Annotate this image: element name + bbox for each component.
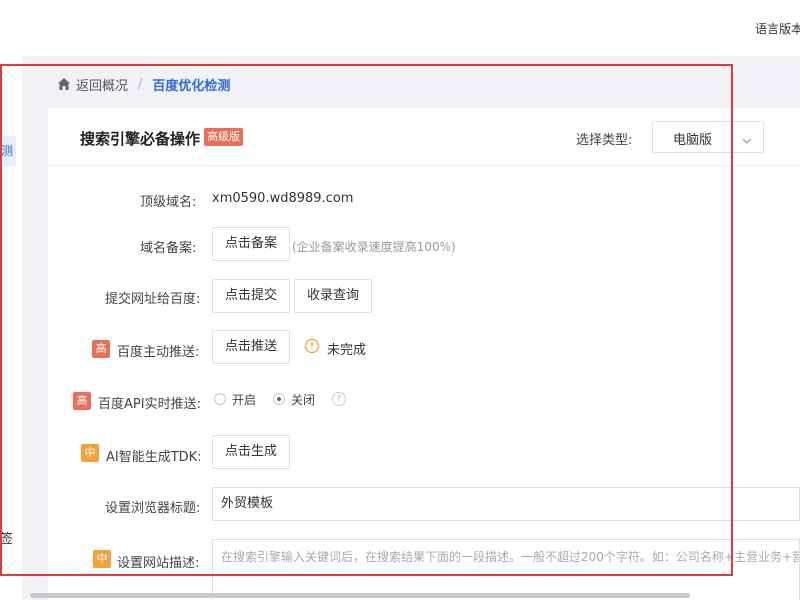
level-mid-badge: 中 [81,444,99,462]
description-label: 设置网站描述: [117,556,200,571]
chevron-down-icon [741,132,753,144]
breadcrumb: 返回概况 / 百度优化检测 [57,74,230,94]
browser-title-input[interactable]: 外贸模板 [212,487,800,521]
type-label: 选择类型: [576,133,633,148]
push-button[interactable]: 点击推送 [212,330,291,364]
help-icon[interactable]: ? [332,392,346,406]
domain-label: 顶级域名: [140,195,197,210]
breadcrumb-current: 百度优化检测 [152,78,231,94]
level-mid-badge: 中 [93,550,111,568]
warning-icon [304,338,320,354]
icp-hint: (企业备案收录速度提高100%) [292,240,456,254]
card-header: 搜索引擎必备操作 高级版 选择类型: 电脑版 [48,108,800,166]
icp-button[interactable]: 点击备案 [212,227,291,261]
level-high-badge: 高 [92,340,110,358]
description-textarea[interactable]: 在搜索引擎输入关键词后，在搜索结果下面的一段描述。一般不超过200个字符。如：公… [212,539,800,600]
type-select[interactable]: 电脑版 [652,121,764,153]
level-high-badge: 高 [73,392,91,410]
sidebar-item-active[interactable]: 测 [0,136,16,166]
domain-value: xm0590.wd8989.com [212,191,354,206]
language-switch[interactable]: 语言版本 [755,20,800,37]
type-select-value: 电脑版 [673,133,713,148]
seo-card: 搜索引擎必备操作 高级版 选择类型: 电脑版 顶级域名: xm0590.wd89… [48,108,800,600]
breadcrumb-separator: / [138,76,143,92]
home-icon[interactable] [57,77,71,91]
push-status: 未完成 [327,343,367,358]
browser-title-label: 设置浏览器标题: [105,501,201,516]
api-push-label: 百度API实时推送: [98,397,201,412]
back-to-overview-link[interactable]: 返回概况 [76,75,128,94]
sidebar-item-tag[interactable]: 签 [0,528,18,547]
tdk-label: AI智能生成TDK: [106,450,202,465]
push-label: 百度主动推送: [117,345,200,360]
icp-label: 域名备案: [140,241,197,256]
generate-tdk-button[interactable]: 点击生成 [212,435,291,469]
index-query-button[interactable]: 收录查询 [294,279,373,313]
advanced-badge: 高级版 [204,128,243,146]
api-on-radio[interactable] [214,393,226,405]
api-on-label[interactable]: 开启 [232,391,256,408]
api-off-label[interactable]: 关闭 [291,391,315,408]
card-title: 搜索引擎必备操作 [80,130,201,148]
submit-label: 提交网址给百度: [105,292,201,307]
submit-button[interactable]: 点击提交 [212,279,291,313]
horizontal-scrollbar[interactable] [30,593,690,598]
top-bar: 语言版本 [0,0,800,56]
sidebar: 测 签 [0,56,22,600]
api-off-radio[interactable] [273,393,285,405]
